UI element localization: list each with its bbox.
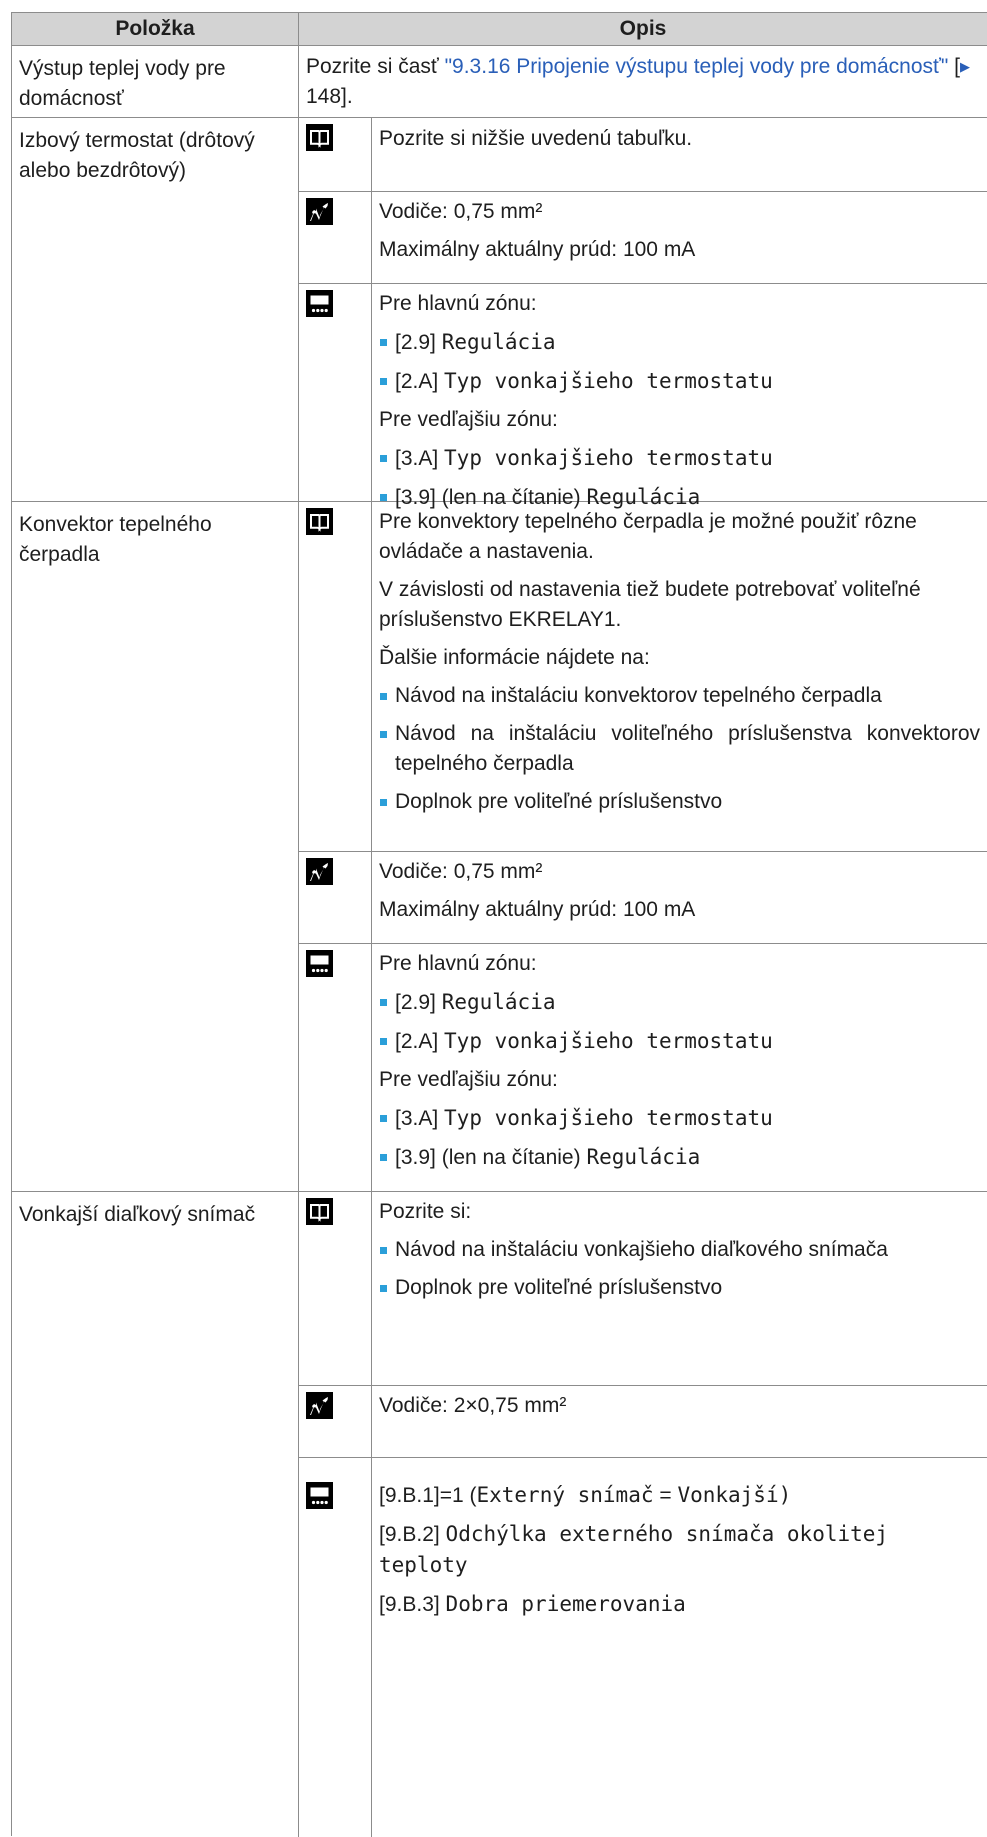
wire-icon	[306, 858, 333, 885]
book-icon	[306, 1198, 333, 1225]
book-icon	[306, 124, 333, 151]
wire-icon-cell	[299, 852, 372, 944]
main-zone-label: Pre hlavnú zónu:	[379, 952, 537, 975]
wire-spec: Vodiče: 0,75 mm²	[379, 200, 543, 223]
user-interface-icon	[306, 290, 333, 317]
setting-line: [9.B.3] Dobra priemerovania	[379, 1592, 686, 1616]
reference-cell: Pre konvektory tepelného čerpadla je mož…	[372, 502, 987, 852]
list-item: Doplnok pre voliteľné príslušenstvo	[379, 787, 980, 817]
settings-cell: [9.B.1]=1 (Externý snímač = Vonkajší) [9…	[372, 1458, 987, 1837]
column-header-description: Opis	[299, 13, 987, 46]
wire-spec: Vodiče: 0,75 mm²	[379, 860, 543, 883]
setting-line: [9.B.1]=1 (Externý snímač = Vonkajší)	[379, 1483, 792, 1507]
max-current: Maximálny aktuálny prúd: 100 mA	[379, 238, 696, 261]
list-item: [3.A] Typ vonkajšieho termostatu	[379, 443, 980, 474]
aux-zone-label: Pre vedľajšiu zónu:	[379, 408, 558, 431]
list-item: [2.A] Typ vonkajšieho termostatu	[379, 1026, 980, 1057]
wire-icon-cell	[299, 1386, 372, 1458]
reference-cell: Pozrite si nižšie uvedenú tabuľku.	[372, 118, 987, 192]
column-header-item: Položka	[12, 13, 299, 46]
item-cell-heat-pump-convector: Konvektor tepelného čerpadla	[12, 502, 299, 1192]
list-item: Doplnok pre voliteľné príslušenstvo	[379, 1273, 980, 1303]
book-icon-cell	[299, 118, 372, 192]
item-cell-outdoor-remote-sensor: Vonkajší diaľkový snímač	[12, 1192, 299, 1837]
ui-icon-cell	[299, 284, 372, 502]
book-icon-cell	[299, 502, 372, 852]
description-cell-hot-water-output: Pozrite si časť "9.3.16 Pripojenie výstu…	[299, 46, 987, 118]
list-item: [2.9] Regulácia	[379, 327, 980, 358]
list-item: Návod na inštaláciu konvektorov tepelnéh…	[379, 681, 980, 711]
description-text: Pozrite si časť	[306, 55, 445, 78]
wire-icon	[306, 1392, 333, 1419]
list-item: Návod na inštaláciu vonkajšieho diaľkové…	[379, 1235, 980, 1265]
reference-cell: Pozrite si: Návod na inštaláciu vonkajši…	[372, 1192, 987, 1386]
main-zone-label: Pre hlavnú zónu:	[379, 292, 537, 315]
list-item: [2.9] Regulácia	[379, 987, 980, 1018]
wire-icon	[306, 198, 333, 225]
aux-zone-label: Pre vedľajšiu zónu:	[379, 1068, 558, 1091]
reference-text: Pozrite si nižšie uvedenú tabuľku.	[379, 127, 693, 150]
list-item: Návod na inštaláciu voliteľného prísluše…	[379, 719, 980, 779]
wiring-cell: Vodiče: 0,75 mm² Maximálny aktuálny prúd…	[372, 852, 987, 944]
wire-icon-cell	[299, 192, 372, 284]
item-label: Konvektor tepelného čerpadla	[19, 513, 212, 566]
list-item: [3.A] Typ vonkajšieho termostatu	[379, 1103, 980, 1134]
item-cell-hot-water-output: Výstup teplej vody pre domácnosť	[12, 46, 299, 118]
settings-cell: Pre hlavnú zónu: [2.9] Regulácia [2.A] T…	[372, 284, 987, 509]
list-item: [3.9] (len na čítanie) Regulácia	[379, 1142, 980, 1173]
setting-line: [9.B.2] Odchýlka externého snímača okoli…	[379, 1522, 889, 1577]
settings-cell: Pre hlavnú zónu: [2.9] Regulácia [2.A] T…	[372, 944, 987, 1192]
item-label: Výstup teplej vody pre domácnosť	[19, 57, 226, 110]
info-table: Položka Opis Výstup teplej vody pre domá…	[11, 12, 987, 1837]
page-reference: 148	[306, 85, 342, 108]
wiring-cell: Vodiče: 0,75 mm² Maximálny aktuálny prúd…	[372, 192, 987, 284]
wire-spec: Vodiče: 2×0,75 mm²	[379, 1394, 567, 1417]
ui-icon-cell	[299, 944, 372, 1192]
book-icon	[306, 508, 333, 535]
list-item: [2.A] Typ vonkajšieho termostatu	[379, 366, 980, 397]
user-interface-icon	[306, 1482, 333, 1509]
item-label: Vonkajší diaľkový snímač	[19, 1203, 256, 1226]
section-link[interactable]: "9.3.16 Pripojenie výstupu teplej vody p…	[445, 55, 949, 78]
user-interface-icon	[306, 950, 333, 977]
book-icon-cell	[299, 1192, 372, 1386]
wiring-cell: Vodiče: 2×0,75 mm²	[372, 1386, 987, 1458]
item-cell-room-thermostat: Izbový termostat (drôtový alebo bezdrôto…	[12, 118, 299, 502]
ui-icon-cell	[299, 1458, 372, 1837]
item-label: Izbový termostat (drôtový alebo bezdrôto…	[19, 129, 255, 182]
right-arrow-icon: ▶	[960, 59, 971, 74]
max-current: Maximálny aktuálny prúd: 100 mA	[379, 898, 696, 921]
